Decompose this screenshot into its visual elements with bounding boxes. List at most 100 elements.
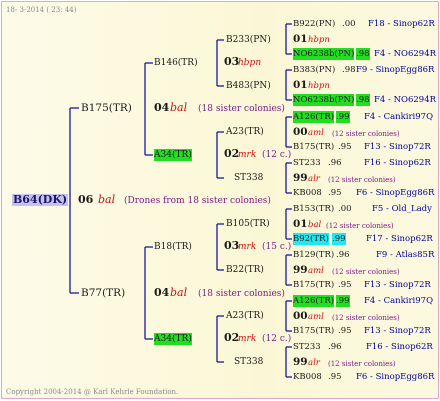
root-note: (Drones from 18 sister colonies) [124,196,271,206]
lower-r6-code: F13 - Sinop72R [364,280,431,290]
upper-b233-id[interactable]: B233(PN) [226,34,271,46]
upper-generation: 04 [154,101,170,114]
upper-b483-id[interactable]: B483(PN) [226,80,271,92]
lower-r4-year: .96 [336,250,350,260]
upper-r10-year: .96 [328,158,342,168]
upper-r9-id[interactable]: B175(TR) [293,141,334,153]
lower-r5-note: (12 sister colonies) [332,268,400,276]
lower-r7-id[interactable]: A126(TR) [293,295,335,307]
upper-r4-year: .98 [342,65,356,75]
upper-r6-year: .98 [356,94,370,106]
lower-r12-id[interactable]: KB008 [293,371,322,383]
lower-r2-generation: 01 [293,218,308,230]
lower-r11-race: alr [308,358,320,368]
upper-r2-race: hbpn [308,35,330,45]
root-generation: 06 [78,193,94,206]
lower-race: bal [170,286,188,299]
lower-r10-id[interactable]: ST233 [293,341,321,353]
upper-r1-year: .00 [342,19,356,29]
lower-r9-id[interactable]: B175(TR) [293,325,334,337]
lower-a23-id[interactable]: A23(TR) [226,310,264,322]
upper-b146-id[interactable]: B146(TR) [154,57,198,69]
datestamp: 18- 3-2014 ( 23: 44) [6,6,77,14]
lower-queen-id[interactable]: B77(TR) [81,287,125,299]
lower-r1-year: .00 [338,204,352,214]
lower-r1-code: F5 - Old_Lady [372,204,432,214]
upper-a34-race: mrk [238,150,257,160]
pedigree-chart: 18- 3-2014 ( 23: 44) B64(DK) 06 bal (Dro… [1,1,439,399]
lower-r9-code: F13 - Sinop72R [364,326,431,336]
lower-b105-id[interactable]: B105(TR) [226,218,270,230]
lower-b18-race: mrk [238,242,257,252]
upper-a34-id[interactable]: A34(TR) [154,149,192,161]
upper-r5-generation: 01 [293,79,308,91]
lower-r1-id[interactable]: B153(TR) [293,203,334,215]
lower-r8-generation: 00 [293,310,308,322]
lower-a34-note: (12 c.) [262,334,292,344]
lower-r6-year: .95 [338,280,352,290]
upper-r3-id[interactable]: NO6238b(PN) [293,48,355,60]
lower-r4-code: F9 - Atlas85R [376,250,435,260]
upper-r7-code: F4 - Cankiri97Q [364,112,434,122]
upper-queen-id[interactable]: B175(TR) [81,102,132,114]
lower-r3-id[interactable]: B92(TR) [293,233,329,245]
upper-r8-note: (12 sister colonies) [332,130,400,138]
lower-r7-year: .99 [336,295,350,307]
upper-a23-id[interactable]: A23(TR) [226,126,264,138]
lower-st338-id[interactable]: ST338 [234,356,263,368]
lower-r4-id[interactable]: B129(TR) [293,249,334,261]
lower-r7-code: F4 - Cankiri97Q [364,296,434,306]
upper-r9-year: .95 [338,142,352,152]
lower-r3-year: .99 [332,233,346,245]
lower-b22-id[interactable]: B22(TR) [226,264,264,276]
lower-r12-code: F6 - SinopEgg86R [356,372,435,382]
upper-r10-id[interactable]: ST233 [293,157,321,169]
lower-r6-id[interactable]: B175(TR) [293,279,334,291]
upper-r6-id[interactable]: NO6238b(PN) [293,94,355,106]
lower-r5-generation: 99 [293,264,308,276]
lower-b18-id[interactable]: B18(TR) [154,241,192,253]
lower-r3-code: F17 - Sinop62R [366,234,433,244]
upper-r11-note: (12 sister colonies) [328,176,396,184]
lower-r9-year: .95 [338,326,352,336]
root-race: bal [98,193,116,206]
upper-r3-code: F4 - NO6294R [374,49,437,59]
lower-a34-id[interactable]: A34(TR) [154,333,192,345]
upper-note: (18 sister colonies) [198,104,285,114]
upper-r7-id[interactable]: A126(TR) [293,111,335,123]
upper-r3-year: .98 [356,48,370,60]
root-queen-id[interactable]: B64(DK) [12,194,69,206]
lower-a34-race: mrk [238,334,257,344]
upper-st338-id[interactable]: ST338 [234,172,263,184]
lower-b18-note: (15 c.) [262,242,292,252]
lower-r11-generation: 99 [293,356,308,368]
upper-r4-code: F9 - SinopEgg86R [356,65,435,75]
lower-r5-race: aml [308,266,324,276]
copyright-footer: Copyright 2004-2014 @ Karl Kehrle Founda… [6,388,179,396]
upper-r7-year: .99 [336,111,350,123]
lower-r11-note: (12 sister colonies) [328,360,396,368]
upper-r12-year: .95 [328,188,342,198]
lower-r2-note: (12 sister colonies) [326,222,394,230]
lower-r10-year: .96 [328,342,342,352]
upper-r1-id[interactable]: B922(PN) [293,18,335,30]
upper-r1-code: F18 - Sinop62R [368,19,435,29]
upper-r12-id[interactable]: KB008 [293,187,322,199]
upper-r4-id[interactable]: B383(PN) [293,64,335,76]
upper-r10-code: F16 - Sinop62R [364,158,431,168]
lower-generation: 04 [154,286,170,299]
lower-r12-year: .95 [328,372,342,382]
upper-r11-race: alr [308,174,320,184]
upper-r9-code: F13 - Sinop72R [364,142,431,152]
upper-b146-race: hbpn [238,58,262,68]
upper-a34-note: (12 c.) [262,150,292,160]
upper-r5-race: hbpn [308,81,330,91]
lower-r2-race: bal [308,220,322,230]
upper-r11-generation: 99 [293,172,308,184]
upper-r12-code: F6 - SinopEgg86R [356,188,435,198]
upper-r8-generation: 00 [293,126,308,138]
lower-r8-note: (12 sister colonies) [332,314,400,322]
upper-r8-race: aml [308,128,324,138]
upper-r6-code: F4 - NO6294R [374,95,437,105]
lower-r10-code: F16 - Sinop62R [366,342,433,352]
